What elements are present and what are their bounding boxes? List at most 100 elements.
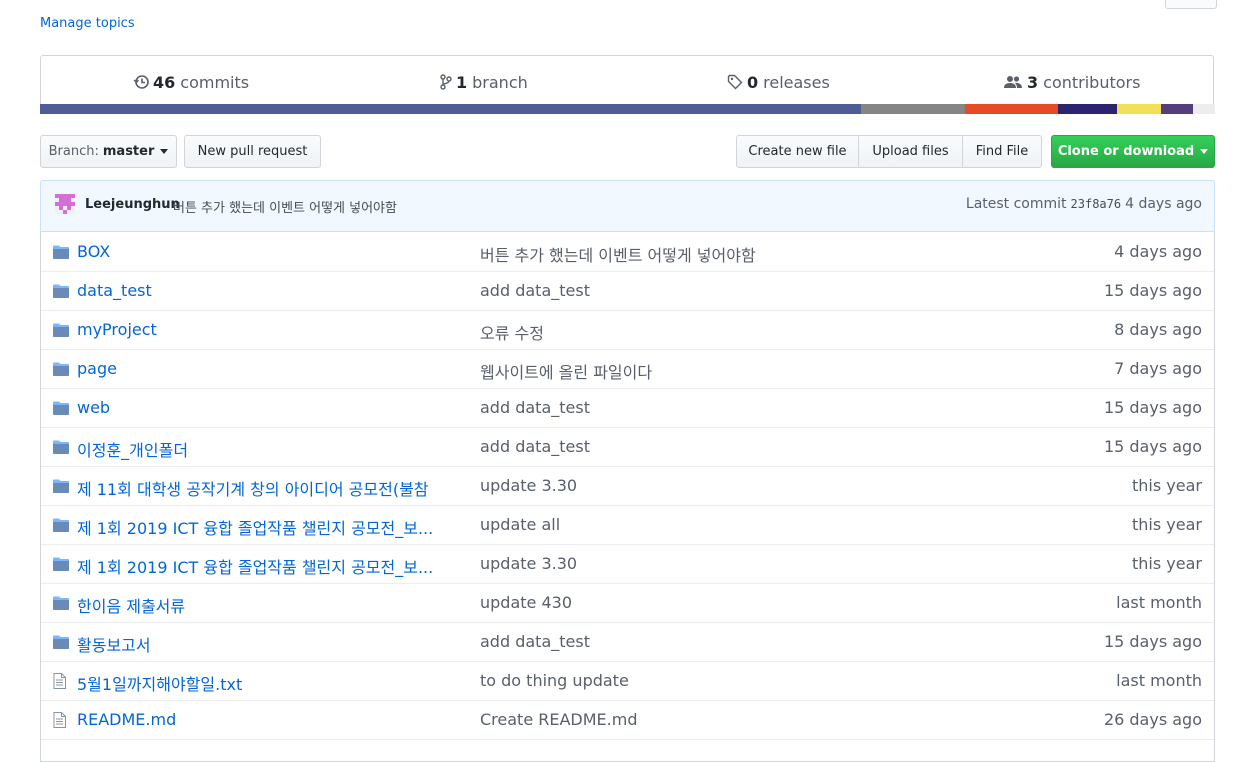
file-row[interactable]: 제 1회 2019 ICT 융합 졸업작품 챌린지 공모전_보... update… [41, 505, 1214, 545]
file-name-link[interactable]: 5월1일까지해야할일.txt [77, 671, 467, 695]
file-name-link[interactable]: README.md [77, 710, 467, 729]
folder-icon [53, 634, 69, 650]
file-name-link[interactable]: 제 1회 2019 ICT 융합 졸업작품 챌린지 공모전_보... [77, 554, 467, 578]
file-age: this year [1132, 476, 1202, 495]
branch-select-button[interactable]: Branch: master [40, 135, 177, 168]
file-name-link[interactable]: 활동보고서 [77, 632, 467, 656]
file-commit-message-link[interactable]: 웹사이트에 올린 파일이다 [480, 359, 1040, 383]
file-age: this year [1132, 515, 1202, 534]
file-age: 15 days ago [1103, 632, 1202, 651]
file-name-link[interactable]: 한이음 제출서류 [77, 593, 467, 617]
branch-select-label: Branch: [48, 144, 99, 159]
avatar[interactable] [55, 194, 75, 214]
branches-count: 1 [456, 72, 468, 92]
tag-icon [727, 74, 743, 90]
manage-topics-link[interactable]: Manage topics [40, 16, 135, 31]
file-row[interactable]: 한이음 제출서류 update 430 last month [41, 583, 1214, 623]
history-icon [133, 74, 149, 90]
file-age: 8 days ago [1114, 320, 1202, 339]
latest-commit-age: 4 days ago [1125, 196, 1202, 212]
file-row[interactable]: 활동보고서 add data_test 15 days ago [41, 622, 1214, 662]
file-commit-message-link[interactable]: add data_test [480, 398, 1040, 417]
language-segment[interactable] [1117, 104, 1161, 114]
file-row[interactable]: 제 11회 대학생 공작기계 창의 아이디어 공모전(불참 update 3.30… [41, 466, 1214, 506]
file-age: this year [1132, 554, 1202, 573]
commits-count: 46 [153, 72, 176, 92]
file-commit-message-link[interactable]: to do thing update [480, 671, 1040, 690]
file-commit-message-link[interactable]: update 3.30 [480, 476, 1040, 495]
language-bar[interactable] [40, 104, 1215, 114]
releases-link[interactable]: 0 releases [727, 70, 830, 94]
file-name-link[interactable]: BOX [77, 242, 467, 261]
file-commit-message-link[interactable]: 버튼 추가 했는데 이벤트 어떻게 넣어야함 [480, 242, 1040, 266]
file-row[interactable]: 이정훈_개인폴더 add data_test 15 days ago [41, 427, 1214, 467]
file-icon [53, 673, 69, 689]
latest-commit-bar: Leejeunghun 버튼 추가 했는데 이벤트 어떻게 넣어야함 Lates… [40, 180, 1215, 232]
file-name-link[interactable]: web [77, 398, 467, 417]
create-new-file-button[interactable]: Create new file [736, 135, 859, 168]
branches-label: branch [472, 72, 528, 92]
top-right-button[interactable] [1165, 0, 1217, 9]
file-row[interactable]: web add data_test 15 days ago [41, 388, 1214, 428]
file-name-link[interactable]: myProject [77, 320, 467, 339]
file-row[interactable]: README.md Create README.md 26 days ago [41, 700, 1214, 740]
file-age: 15 days ago [1103, 398, 1202, 417]
language-segment[interactable] [40, 104, 862, 114]
releases-count: 0 [747, 72, 759, 92]
file-row[interactable]: 5월1일까지해야할일.txt to do thing update last mon… [41, 661, 1214, 701]
file-name-link[interactable]: page [77, 359, 467, 378]
people-icon [1003, 74, 1023, 90]
commit-author-link[interactable]: Leejeunghun [85, 197, 180, 212]
file-commit-message-link[interactable]: add data_test [480, 437, 1040, 456]
language-segment[interactable] [964, 104, 1058, 114]
folder-icon [53, 517, 69, 533]
clone-or-download-button[interactable]: Clone or download [1051, 135, 1215, 168]
commit-message-link[interactable]: 버튼 추가 했는데 이벤트 어떻게 넣어야함 [173, 197, 397, 216]
file-commit-message-link[interactable]: add data_test [480, 281, 1040, 300]
file-name-link[interactable]: 이정훈_개인폴더 [77, 437, 467, 461]
branch-icon [440, 74, 452, 90]
file-row[interactable]: 제 1회 2019 ICT 융합 졸업작품 챌린지 공모전_보... update… [41, 544, 1214, 584]
file-row[interactable]: data_test add data_test 15 days ago [41, 271, 1214, 311]
caret-down-icon [160, 149, 169, 154]
contributors-link[interactable]: 3 contributors [1003, 70, 1140, 94]
new-pull-request-button[interactable]: New pull request [184, 135, 321, 168]
commits-label: commits [180, 72, 250, 92]
folder-icon [53, 322, 69, 338]
latest-commit-prefix: Latest commit [965, 196, 1067, 212]
find-file-button[interactable]: Find File [962, 135, 1042, 168]
file-row[interactable]: BOX 버튼 추가 했는데 이벤트 어떻게 넣어야함 4 days ago [41, 232, 1214, 272]
commits-link[interactable]: 46 commits [133, 70, 249, 94]
file-age: 7 days ago [1114, 359, 1202, 378]
file-commit-message-link[interactable]: add data_test [480, 632, 1040, 651]
file-age: 4 days ago [1114, 242, 1202, 261]
file-name-link[interactable]: 제 11회 대학생 공작기계 창의 아이디어 공모전(불참 [77, 476, 467, 500]
contributors-label: contributors [1043, 72, 1141, 92]
branches-link[interactable]: 1 branch [440, 70, 528, 94]
folder-icon [53, 556, 69, 572]
file-row[interactable]: myProject 오류 수정 8 days ago [41, 310, 1214, 350]
branch-select-value: master [102, 144, 155, 159]
file-commit-message-link[interactable]: update all [480, 515, 1040, 534]
file-commit-message-link[interactable]: update 3.30 [480, 554, 1040, 573]
language-segment[interactable] [1057, 104, 1118, 114]
folder-icon [53, 478, 69, 494]
folder-icon [53, 361, 69, 377]
language-segment[interactable] [861, 104, 965, 114]
file-commit-message-link[interactable]: 오류 수정 [480, 320, 1040, 344]
file-commit-message-link[interactable]: update 430 [480, 593, 1040, 612]
file-row[interactable]: page 웹사이트에 올린 파일이다 7 days ago [41, 349, 1214, 389]
upload-files-button[interactable]: Upload files [858, 135, 963, 168]
folder-icon [53, 283, 69, 299]
contributors-count: 3 [1027, 72, 1039, 92]
language-segment[interactable] [1160, 104, 1193, 114]
file-age: 26 days ago [1103, 710, 1202, 729]
clone-or-download-label: Clone or download [1057, 144, 1195, 159]
commit-sha-link[interactable]: 23f8a76 [1071, 197, 1122, 211]
file-commit-message-link[interactable]: Create README.md [480, 710, 1040, 729]
file-list: BOX 버튼 추가 했는데 이벤트 어떻게 넣어야함 4 days ago data_… [40, 232, 1215, 762]
caret-down-icon [1200, 149, 1209, 154]
file-name-link[interactable]: 제 1회 2019 ICT 융합 졸업작품 챌린지 공모전_보... [77, 515, 467, 539]
language-segment[interactable] [1192, 104, 1215, 114]
file-name-link[interactable]: data_test [77, 281, 467, 300]
